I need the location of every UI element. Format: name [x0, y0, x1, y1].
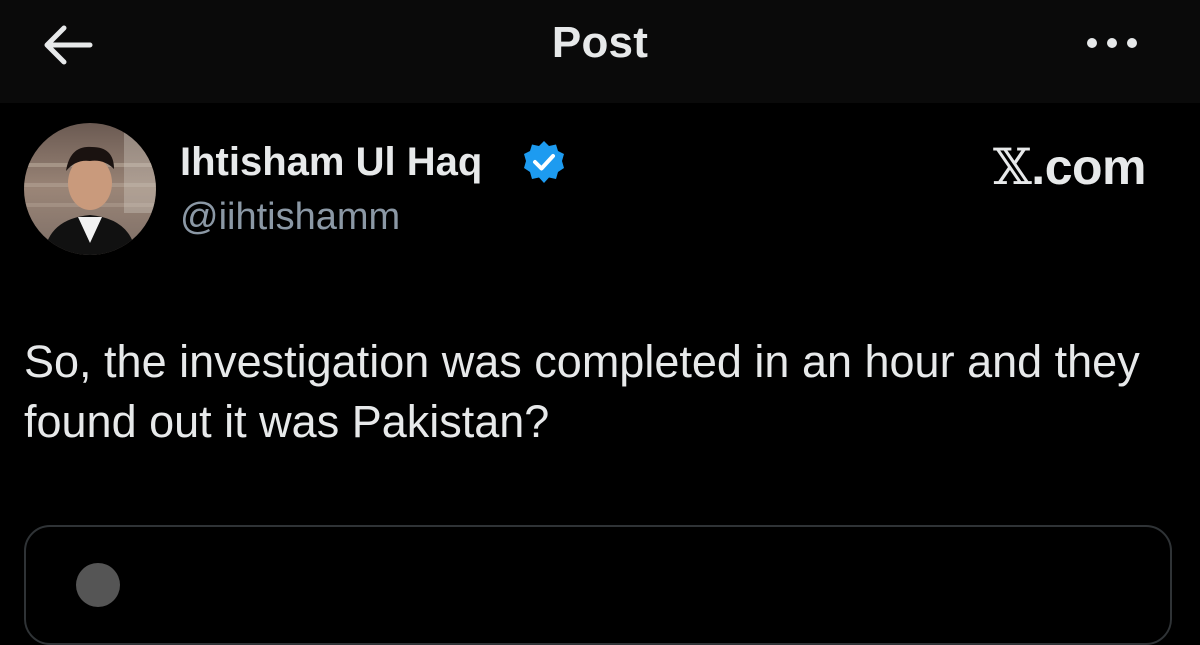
profile-photo	[24, 123, 156, 255]
quoted-post-card[interactable]	[24, 525, 1172, 645]
x-brand-watermark: 𝕏.com	[993, 138, 1146, 196]
verified-badge-icon	[524, 141, 564, 183]
more-horizontal-icon	[1087, 38, 1137, 48]
author-avatar[interactable]	[24, 123, 156, 255]
post-text: So, the investigation was completed in a…	[24, 336, 1140, 447]
top-bar: Post	[0, 0, 1200, 103]
quoted-author-avatar	[76, 563, 120, 607]
author-handle[interactable]: @iihtishamm	[180, 196, 400, 239]
page-title: Post	[551, 18, 649, 67]
x-logo-icon: 𝕏	[993, 138, 1032, 196]
brand-suffix: .com	[1031, 139, 1146, 195]
author-name[interactable]: Ihtisham Ul Haq	[180, 140, 482, 185]
more-options-button[interactable]	[1082, 28, 1142, 58]
